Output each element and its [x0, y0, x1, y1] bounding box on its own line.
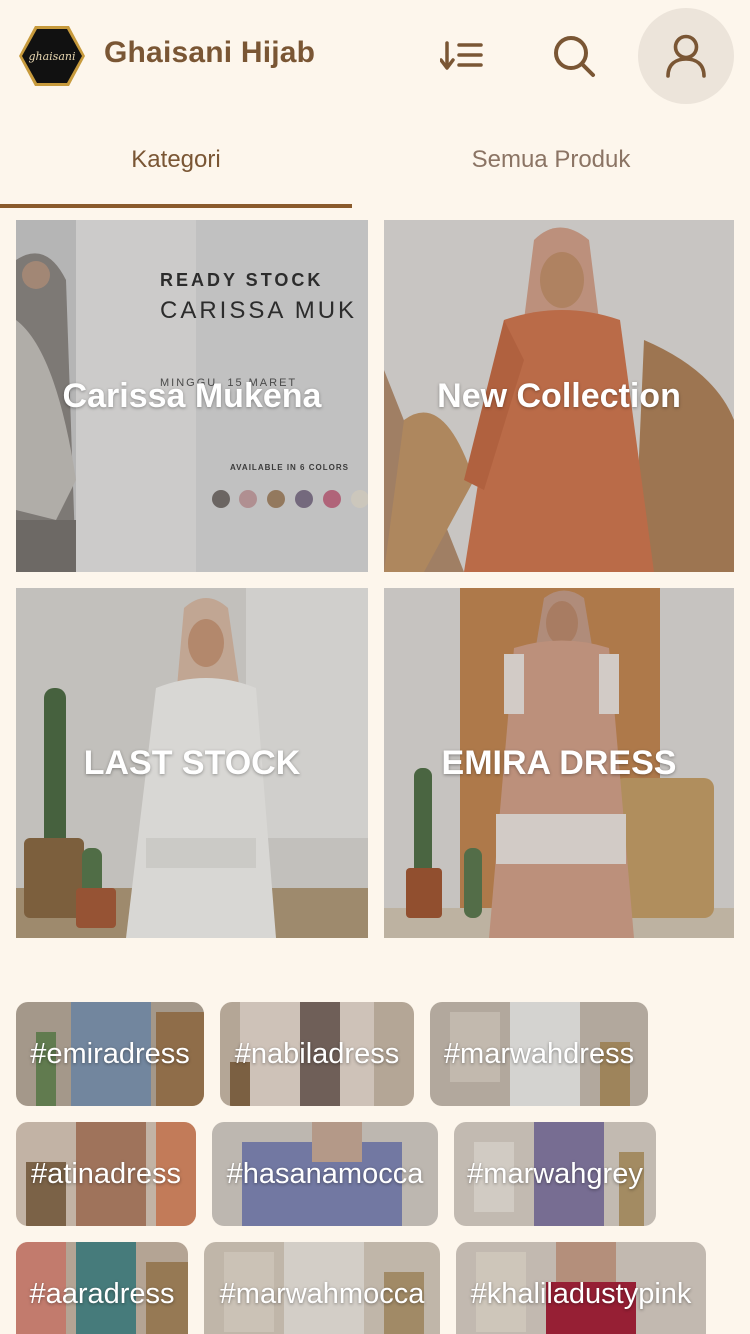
hashtag-label: #marwahmocca	[219, 1277, 425, 1310]
tab-semua-produk[interactable]: Semua Produk	[375, 112, 727, 208]
hashtag-label: #atinadress	[31, 1157, 181, 1190]
hashtag-label: #emiradress	[30, 1037, 190, 1070]
user-icon	[666, 34, 706, 78]
category-card-last-stock[interactable]: LAST STOCK	[16, 588, 368, 938]
category-label: Carissa Mukena	[62, 376, 322, 415]
sort-button[interactable]	[428, 30, 496, 82]
sort-icon	[440, 41, 483, 70]
category-label: EMIRA DRESS	[441, 743, 677, 782]
active-tab-indicator	[0, 204, 352, 208]
hashtag-label: #hasanamocca	[226, 1157, 424, 1190]
hashtag-chip-aaradress[interactable]: #aaradress	[16, 1242, 188, 1334]
hashtag-label: #aaradress	[29, 1277, 175, 1310]
app-header: ghaisani Ghaisani Hijab	[0, 0, 750, 112]
brand-name: Ghaisani Hijab	[104, 36, 316, 69]
hashtag-label: #marwahgrey	[467, 1157, 643, 1190]
hashtag-label: #marwahdress	[443, 1037, 635, 1070]
hashtag-chip-marwahdress[interactable]: #marwahdress	[430, 1002, 648, 1106]
hashtag-chip-atinadress[interactable]: #atinadress	[16, 1122, 196, 1226]
category-card-carissa-mukena[interactable]: READY STOCK CARISSA MUK MINGGU, 15 MARET…	[16, 220, 368, 572]
hashtag-chip-marwahmocca[interactable]: #marwahmocca	[204, 1242, 440, 1334]
category-label: LAST STOCK	[83, 743, 301, 782]
hashtag-chip-emiradress[interactable]: #emiradress	[16, 1002, 204, 1106]
hashtag-chip-hasanamocca[interactable]: #hasanamocca	[212, 1122, 438, 1226]
tab-kategori[interactable]: Kategori	[0, 112, 352, 208]
hashtag-chip-nabiladress[interactable]: #nabiladress	[220, 1002, 414, 1106]
hashtag-label: #khaliladustypink	[470, 1277, 692, 1310]
hashtag-label: #nabiladress	[234, 1037, 400, 1070]
hashtag-chip-marwahgrey[interactable]: #marwahgrey	[454, 1122, 656, 1226]
tab-bar: Kategori Semua Produk	[0, 112, 750, 208]
search-button[interactable]	[540, 26, 608, 86]
account-button[interactable]	[638, 8, 734, 104]
search-icon	[554, 36, 595, 77]
brand-logo[interactable]: ghaisani	[18, 24, 86, 88]
category-card-emira-dress[interactable]: EMIRA DRESS	[384, 588, 734, 938]
hashtag-chip-khaliladustypink[interactable]: #khaliladustypink	[456, 1242, 706, 1334]
logo-text: ghaisani	[28, 50, 75, 63]
category-label: New Collection	[437, 376, 681, 415]
category-card-new-collection[interactable]: New Collection	[384, 220, 734, 572]
